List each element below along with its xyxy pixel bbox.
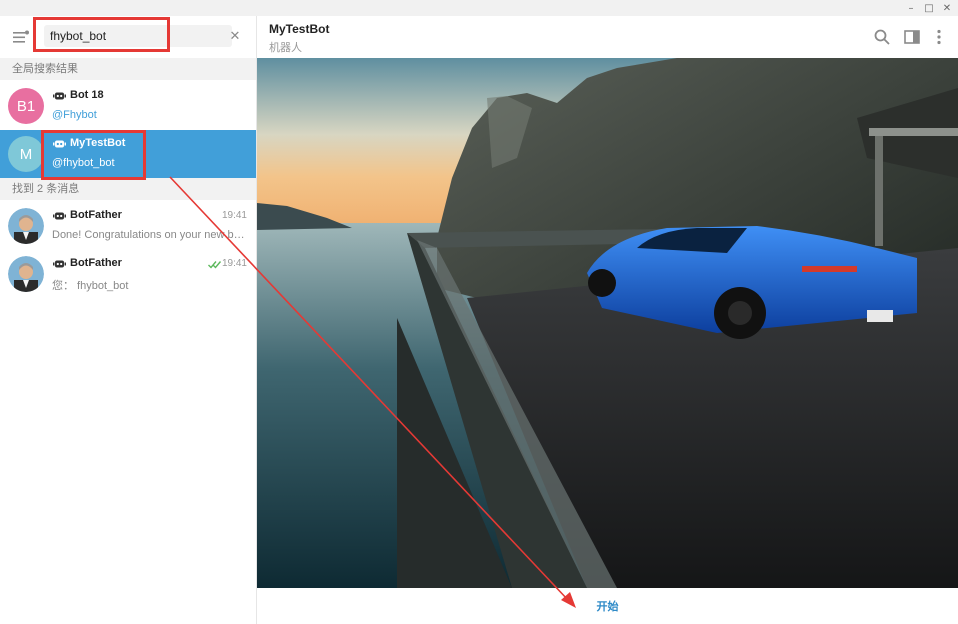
search-icon[interactable] [873, 28, 891, 46]
messages-results-header: 找到 2 条消息 [0, 178, 256, 200]
chat-list-sidebar: ✕ 全局搜索结果 B1 Bot 18 @Fhybot M MyTestBot @… [0, 16, 257, 624]
message-snippet: 您： fhybot_bot [52, 280, 129, 292]
result-name: MyTestBot [70, 137, 126, 149]
message-time: 19:41 [221, 210, 247, 221]
window-titlebar: – □ ✕ [0, 0, 958, 16]
hamburger-menu-icon[interactable] [13, 30, 29, 44]
message-result[interactable]: BotFather 19:41 您： fhybot_bot [0, 250, 256, 298]
bot-icon [53, 92, 66, 100]
sender-name: BotFather [70, 209, 122, 221]
global-results-header: 全局搜索结果 [0, 58, 256, 80]
chat-status: 机器人 [269, 42, 302, 54]
botfather-avatar [8, 208, 44, 244]
sidebar-topbar: ✕ [0, 16, 256, 58]
message-time: 19:41 [221, 258, 247, 269]
double-check-icon [208, 261, 222, 269]
start-button[interactable]: 开始 [257, 588, 958, 624]
result-name: Bot 18 [70, 89, 104, 101]
bot-description-photo [257, 58, 958, 588]
botfather-avatar [8, 256, 44, 292]
clear-search-button[interactable]: ✕ [226, 27, 244, 45]
search-input[interactable] [44, 25, 232, 47]
avatar: M [8, 136, 44, 172]
chat-panel: MyTestBot 机器人 开始 [257, 16, 958, 624]
bot-icon [53, 260, 66, 268]
more-vertical-icon[interactable] [930, 28, 948, 46]
avatar: B1 [8, 88, 44, 124]
close-window-button[interactable]: ✕ [938, 0, 956, 16]
chat-title[interactable]: MyTestBot [269, 22, 329, 36]
message-result[interactable]: BotFather 19:41 Done! Congratulations on… [0, 202, 256, 250]
search-result-bot18[interactable]: B1 Bot 18 @Fhybot [0, 82, 256, 130]
result-username: @Fhybot [52, 109, 97, 121]
minimize-button[interactable]: – [902, 0, 920, 16]
message-snippet: Done! Congratulations on your new bot. .… [52, 229, 248, 241]
bot-icon [53, 140, 66, 148]
sender-name: BotFather [70, 257, 122, 269]
search-result-mytestbot[interactable]: M MyTestBot @fhybot_bot [0, 130, 256, 178]
maximize-button[interactable]: □ [920, 0, 938, 16]
sidebar-toggle-icon[interactable] [903, 28, 921, 46]
bot-icon [53, 212, 66, 220]
result-username: @fhybot_bot [52, 157, 115, 169]
